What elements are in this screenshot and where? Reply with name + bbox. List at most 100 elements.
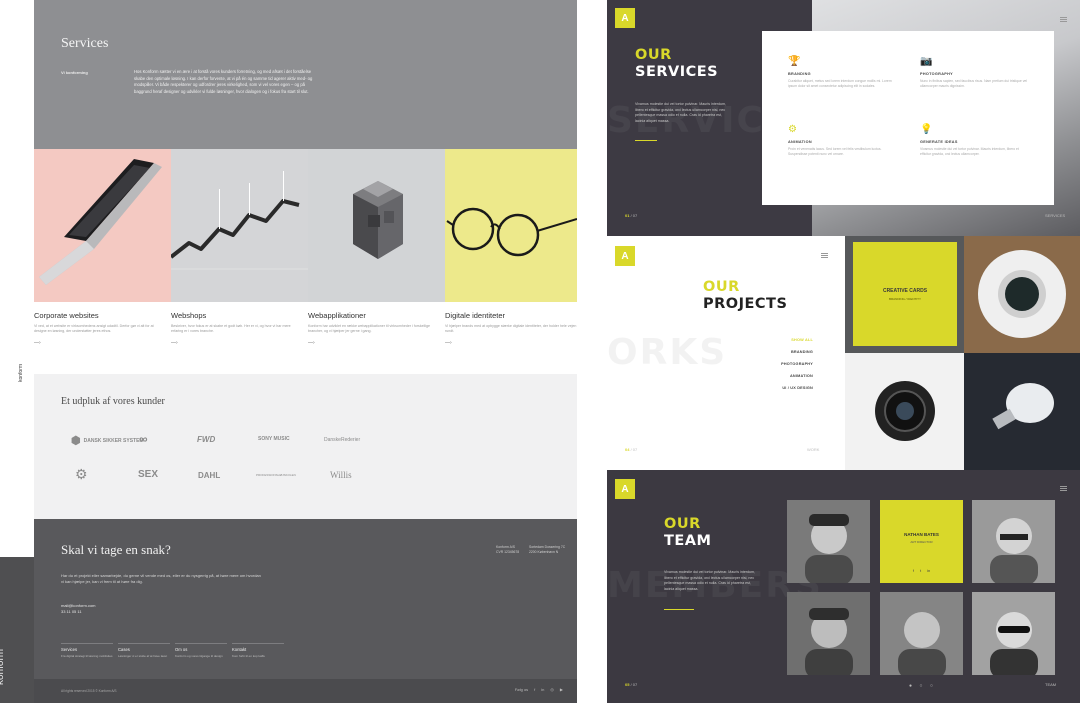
client-logo[interactable]: ∞ <box>139 432 148 446</box>
tile-title: Webapplikationer <box>308 311 366 320</box>
menu-icon[interactable] <box>821 253 828 258</box>
client-logo[interactable]: Willis <box>330 470 352 480</box>
footer-link-about[interactable]: Om os Konform og vores tilgange til desi… <box>175 643 227 658</box>
member-role: ART DIRECTOR <box>910 540 933 544</box>
copyright: All rights reserved 2015 © Konform A/S <box>61 689 117 693</box>
portrait-placeholder <box>898 612 946 675</box>
menu-icon[interactable] <box>1060 17 1067 22</box>
footer-link-desc: Konform og vores tilgange til design <box>175 654 223 658</box>
portrait-placeholder <box>805 608 853 675</box>
team-member-highlight[interactable]: NATHAN BATES ART DIRECTOR f t in <box>880 500 963 583</box>
service-desc: Proin et venenatis lacus. Sed lorem vel … <box>788 147 882 156</box>
cube-illustration <box>353 181 403 259</box>
footer-link-contact[interactable]: Kontakt Kom forbi til en kop kaffe <box>232 643 284 658</box>
brand-logo[interactable]: A <box>615 8 635 28</box>
filter-uiux[interactable]: UI / UX DESIGN <box>781 386 813 390</box>
menu-icon[interactable] <box>1060 486 1067 491</box>
tile-caption-identities: Digitale identiteter Vi hjælper brands m… <box>445 311 577 346</box>
service-desc: Vivamus molestie dui vel tortor pulvinar… <box>920 147 1019 156</box>
tile-chart-image[interactable] <box>171 149 308 302</box>
arrow-icon[interactable]: —› <box>308 340 440 346</box>
linkedin-icon[interactable]: in <box>927 568 930 573</box>
client-logo[interactable]: ⬢ DANSK SIKKER SYSTEM <box>71 434 144 447</box>
footer-link-desc: Kom forbi til en kop kaffe <box>232 654 265 658</box>
slide-team: MEMBERS A OUR TEAM Vivamus molestie dui … <box>607 470 1080 703</box>
bulb-illustration <box>992 383 1054 430</box>
service-title: BRANDING <box>788 72 811 76</box>
client-logo[interactable]: DAHL <box>198 471 220 480</box>
slide-title-line1: OUR <box>664 516 701 532</box>
clients-title: Et udpluk af vores kunder <box>61 396 165 407</box>
portrait-placeholder <box>805 514 853 583</box>
youtube-icon[interactable]: ▶ <box>560 687 563 692</box>
tile-desc: Beskriver, hvor fokus er at skabe et god… <box>171 324 291 333</box>
tile-laptop-image[interactable] <box>34 149 171 302</box>
client-logo[interactable]: DanskeRederier <box>324 437 360 443</box>
tile-cube-image[interactable] <box>308 149 445 302</box>
service-branding[interactable]: 🏆 BRANDING Curabitur aliquet, metus sed … <box>788 57 898 89</box>
project-tile-lens[interactable] <box>845 353 964 470</box>
collage-root: Services Vi konforming Hos Konform sætte… <box>0 0 1080 703</box>
instagram-icon[interactable]: ◎ <box>550 687 554 692</box>
phone-link[interactable]: 33 11 05 11 <box>61 609 96 615</box>
project-tile-coffee[interactable] <box>964 236 1080 353</box>
service-animation[interactable]: ⚙ ANIMATION Proin et venenatis lacus. Se… <box>788 125 898 157</box>
client-logo[interactable]: FWD <box>197 435 215 444</box>
social-links: Følg os f in ◎ ▶ <box>515 687 563 692</box>
client-logo[interactable]: PROFESSIONSHØJSKOLEN <box>256 473 296 477</box>
service-title: GENERATE IDEAS <box>920 140 958 144</box>
brand-logo[interactable]: A <box>615 479 635 499</box>
service-photography[interactable]: 📷 PHOTOGRAPHY Nunc in finibus sapien, se… <box>920 57 1030 89</box>
bulb-icon: 💡 <box>920 124 933 135</box>
facebook-icon[interactable]: f <box>534 687 535 692</box>
slide-projects: ORKS A OUR PROJECTS SHOW ALL BRANDING PH… <box>607 236 1080 470</box>
linkedin-icon[interactable]: in <box>541 687 544 692</box>
client-logo[interactable]: ⚙ <box>75 466 88 483</box>
member-social: f t in <box>880 568 963 573</box>
facebook-icon[interactable]: f <box>913 568 914 573</box>
tile-desc: Konform har udviklet en række webapplika… <box>308 324 431 333</box>
team-member-photo[interactable] <box>880 592 963 675</box>
contact-text: Har du et projekt eller samarbejde, du g… <box>61 573 261 584</box>
footer-link-cases[interactable]: Cases Løsninger vi er stolte af at have … <box>118 643 170 658</box>
slide-copy: Vivamus molestie dui vel tortor pulvinar… <box>635 102 727 123</box>
brand-logo[interactable]: A <box>615 246 635 266</box>
client-logo[interactable]: SEX <box>138 469 158 480</box>
tile-desc: Vi ved, at et website er virksomhedens a… <box>34 324 154 333</box>
tile-glasses-image[interactable] <box>445 149 577 302</box>
team-member-photo[interactable] <box>972 592 1055 675</box>
member-name: NATHAN BATES <box>904 532 939 537</box>
accent-bar <box>664 609 694 610</box>
footer-link-services[interactable]: Services Fra digital strategi til løsnin… <box>61 643 113 658</box>
portrait-placeholder <box>990 518 1038 583</box>
glasses-illustration <box>446 207 577 257</box>
service-ideas[interactable]: 💡 GENERATE IDEAS Vivamus molestie dui ve… <box>920 125 1030 157</box>
team-member-photo[interactable] <box>787 592 870 675</box>
arrow-icon[interactable]: —› <box>171 340 303 346</box>
filter-photography[interactable]: PHOTOGRAPHY <box>781 362 813 366</box>
slide-pager: 05 / 07 <box>625 682 638 687</box>
tile-caption-webshops: Webshops Beskriver, hvor fokus er at ska… <box>171 311 303 346</box>
project-tile-creative-cards[interactable]: CREATIVE CARDS BRANDING / IDENTITY <box>845 236 964 353</box>
contact-title: Skal vi tage en snak? <box>61 542 171 557</box>
contact-details: mail@konform.com 33 11 05 11 <box>61 603 96 615</box>
filter-animation[interactable]: ANIMATION <box>781 374 813 378</box>
slide-pager: 04 / 07 <box>625 447 638 452</box>
arrow-icon[interactable]: —› <box>34 340 166 346</box>
filter-branding[interactable]: BRANDING <box>781 350 813 354</box>
project-tile-bulb[interactable] <box>964 353 1080 470</box>
arrow-icon[interactable]: —› <box>445 340 577 346</box>
contact-section: Skal vi tage en snak? Har du et projekt … <box>34 519 577 703</box>
slide-pager: 01 / 07 <box>625 213 638 218</box>
twitter-icon[interactable]: t <box>920 568 921 573</box>
client-logo[interactable]: SONY MUSIC <box>258 436 290 442</box>
filter-show-all[interactable]: SHOW ALL <box>781 338 813 342</box>
team-dots-pagination[interactable]: ● ○ ○ <box>909 683 936 689</box>
team-member-photo[interactable] <box>787 500 870 583</box>
tile-title: Webshops <box>171 311 207 320</box>
brand-logo[interactable]: konform <box>0 649 6 685</box>
camera-icon: 📷 <box>920 56 933 67</box>
slide-tag: TEAM <box>1045 682 1057 687</box>
team-member-photo[interactable] <box>972 500 1055 583</box>
services-card: 🏆 BRANDING Curabitur aliquet, metus sed … <box>762 31 1054 205</box>
